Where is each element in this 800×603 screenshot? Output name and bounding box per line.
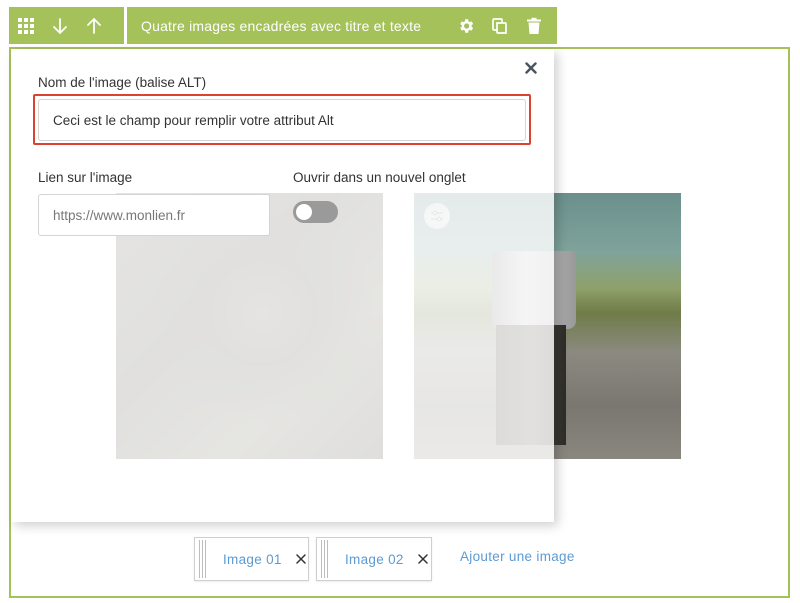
trash-icon[interactable] [517, 7, 551, 44]
remove-icon[interactable] [294, 552, 308, 566]
image-chip-1[interactable]: Image 01 [194, 537, 309, 581]
drag-handle-icon[interactable] [321, 540, 335, 578]
block-title: Quatre images encadrées avec titre et te… [141, 17, 422, 34]
toggle-knob [296, 204, 312, 220]
link-label: Lien sur l'image [38, 170, 133, 185]
new-tab-label: Ouvrir dans un nouvel onglet [293, 170, 466, 185]
link-input[interactable] [38, 194, 270, 236]
alt-input[interactable] [38, 99, 526, 141]
close-icon[interactable] [521, 58, 541, 78]
grid-icon[interactable] [9, 7, 43, 44]
image-chip-label[interactable]: Image 02 [345, 552, 404, 567]
remove-icon[interactable] [416, 552, 430, 566]
image-chip-2[interactable]: Image 02 [316, 537, 432, 581]
duplicate-icon[interactable] [483, 7, 517, 44]
arrow-up-icon[interactable] [77, 7, 111, 44]
image-chip-label[interactable]: Image 01 [223, 552, 282, 567]
block-toolbar: Quatre images encadrées avec titre et te… [127, 7, 557, 44]
gear-icon[interactable] [449, 7, 483, 44]
arrow-down-icon[interactable] [43, 7, 77, 44]
alt-label: Nom de l'image (balise ALT) [38, 75, 207, 90]
move-toolbar [9, 7, 124, 44]
add-image-link[interactable]: Ajouter une image [460, 549, 575, 564]
new-tab-toggle[interactable] [293, 201, 338, 223]
drag-handle-icon[interactable] [199, 540, 213, 578]
